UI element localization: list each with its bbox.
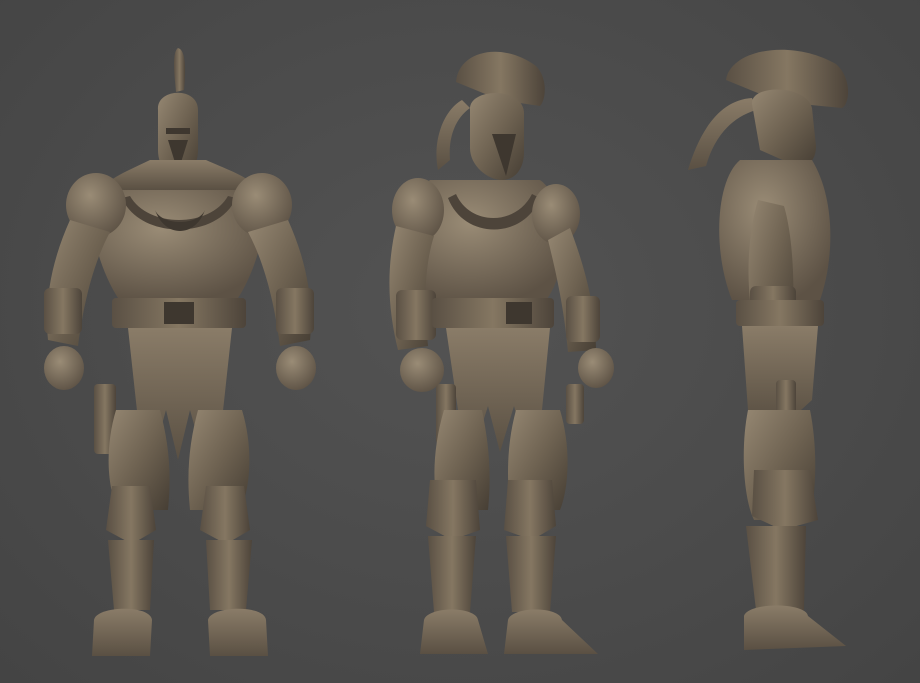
side-view-figure bbox=[688, 49, 849, 650]
sculpt-render bbox=[44, 48, 849, 656]
three-quarter-view-figure bbox=[389, 51, 614, 654]
front-view-figure bbox=[44, 48, 316, 656]
render-viewport bbox=[0, 0, 920, 683]
